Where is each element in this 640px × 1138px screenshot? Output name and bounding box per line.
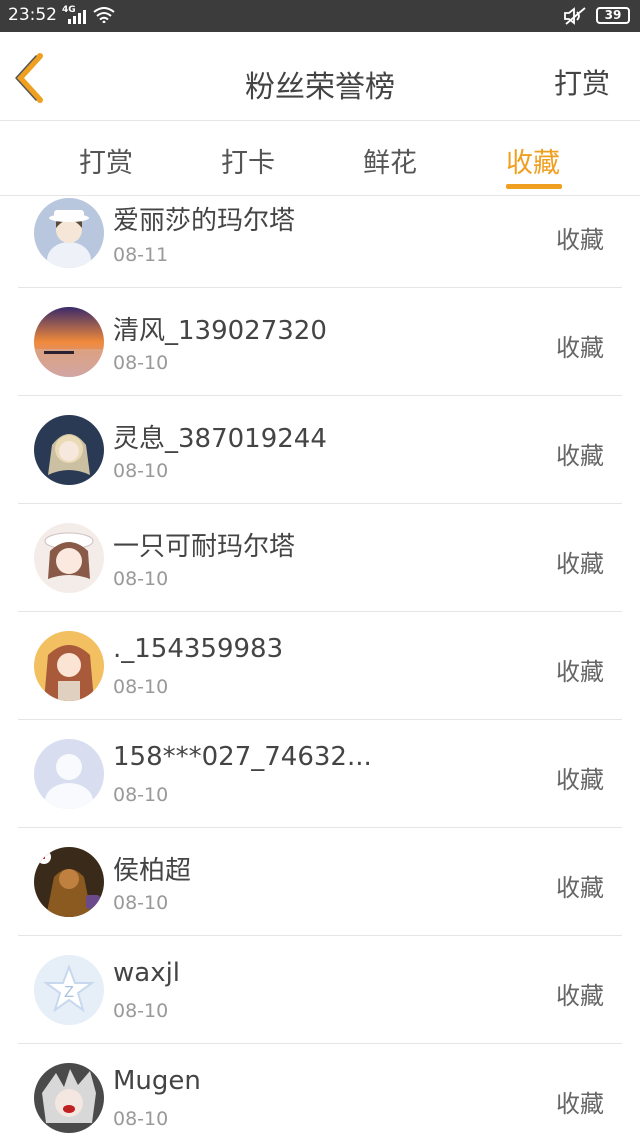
user-name: 一只可耐玛尔塔 (113, 532, 296, 562)
favorite-label: 收藏 (556, 982, 604, 1010)
list-item[interactable]: 爱丽莎的玛尔塔 08-11 收藏 (18, 196, 622, 288)
avatar (34, 847, 104, 917)
status-time: 23:52 (8, 5, 57, 25)
favorite-label: 收藏 (556, 766, 604, 794)
favorite-label: 收藏 (556, 658, 604, 686)
avatar (34, 631, 104, 701)
active-tab-indicator (506, 184, 562, 189)
battery-indicator: 39 (596, 7, 630, 24)
tab-flowers[interactable]: 鲜花 (330, 141, 450, 180)
favorite-label: 收藏 (556, 550, 604, 578)
user-name: 灵息_387019244 (113, 424, 327, 454)
list-item[interactable]: Mugen 08-10 收藏 (18, 1044, 622, 1138)
avatar (34, 1063, 104, 1133)
avatar (34, 198, 104, 268)
signal-icon (68, 10, 86, 24)
list-item[interactable]: Z waxjl 08-10 收藏 (18, 936, 622, 1044)
date-label: 08-10 (113, 352, 169, 374)
favorite-label: 收藏 (556, 1090, 604, 1118)
avatar (34, 523, 104, 593)
list-item[interactable]: 侯柏超 08-10 收藏 (18, 828, 622, 936)
user-name: 清风_139027320 (113, 316, 327, 346)
list-item[interactable]: 一只可耐玛尔塔 08-10 收藏 (18, 504, 622, 612)
svg-text:Z: Z (64, 984, 74, 1001)
avatar (34, 415, 104, 485)
battery-level: 39 (604, 8, 622, 22)
date-label: 08-11 (113, 244, 169, 266)
user-name: Mugen (113, 1066, 201, 1096)
user-name: 爱丽莎的玛尔塔 (113, 206, 296, 236)
status-bar: 23:52 4G 39 (0, 0, 640, 32)
date-label: 08-10 (113, 892, 169, 914)
list-item[interactable]: 158***027_74632... 08-10 收藏 (18, 720, 622, 828)
fan-list[interactable]: 爱丽莎的玛尔塔 08-11 收藏 清风_139027320 08-10 收藏 灵… (18, 196, 622, 1138)
user-name: 侯柏超 (113, 856, 192, 886)
wifi-icon (93, 7, 115, 23)
date-label: 08-10 (113, 568, 169, 590)
date-label: 08-10 (113, 1000, 169, 1022)
date-label: 08-10 (113, 784, 169, 806)
favorite-label: 收藏 (556, 874, 604, 902)
favorite-label: 收藏 (556, 226, 604, 254)
date-label: 08-10 (113, 676, 169, 698)
tab-favorites[interactable]: 收藏 (473, 141, 593, 180)
header-bar: 粉丝荣誉榜 打赏 (0, 32, 640, 121)
reward-button[interactable]: 打赏 (554, 62, 610, 102)
list-item[interactable]: ._154359983 08-10 收藏 (18, 612, 622, 720)
favorite-label: 收藏 (556, 442, 604, 470)
avatar: Z (34, 955, 104, 1025)
user-name: waxjl (113, 958, 181, 988)
favorite-label: 收藏 (556, 334, 604, 362)
avatar (34, 307, 104, 377)
page-title: 粉丝荣誉榜 (245, 70, 395, 105)
mute-icon (564, 7, 586, 25)
avatar (34, 739, 104, 809)
user-name: ._154359983 (113, 634, 284, 664)
user-name: 158***027_74632... (113, 742, 372, 772)
list-item[interactable]: 清风_139027320 08-10 收藏 (18, 288, 622, 396)
date-label: 08-10 (113, 1108, 169, 1130)
tab-reward[interactable]: 打赏 (46, 141, 166, 180)
date-label: 08-10 (113, 460, 169, 482)
list-item[interactable]: 灵息_387019244 08-10 收藏 (18, 396, 622, 504)
tab-checkin[interactable]: 打卡 (188, 141, 308, 180)
